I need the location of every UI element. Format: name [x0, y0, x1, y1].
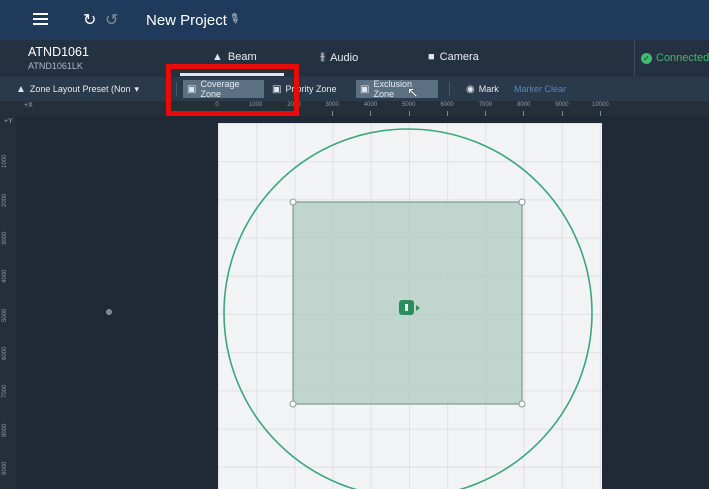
exclusion-zone-button[interactable]: ▣ Exclusion Zone: [356, 79, 438, 99]
target-icon: ◉: [466, 83, 475, 95]
zone-layout-preset-dropdown[interactable]: ▲ Zone Layout Preset (Non ▾: [12, 80, 143, 98]
resize-handle[interactable]: [289, 400, 297, 408]
connection-status: ✓ Connected: [634, 40, 709, 77]
ruler-y-tick-label: 1000: [2, 155, 8, 169]
device-indicator: [405, 304, 408, 311]
device-name: ATND1061: [28, 45, 89, 59]
marker-dot[interactable]: [106, 309, 112, 315]
ruler-y-tick-label: 2000: [2, 193, 8, 207]
ruler-x-tick-label: 7000: [478, 102, 493, 108]
x-axis-label: +X: [24, 102, 33, 109]
project-name: New Project: [146, 12, 227, 29]
mark-label: Mark: [478, 84, 499, 94]
title-bar: ↻ ↺ New Project ✎: [0, 0, 709, 40]
ruler-x-tick-label: 10000: [592, 102, 609, 108]
exclusion-zone-label: Exclusion Zone: [373, 79, 412, 99]
ruler-y-tick-label: 8000: [2, 423, 8, 437]
ruler-y-tick-label: 6000: [2, 346, 8, 360]
redo-icon[interactable]: ↺: [105, 10, 118, 30]
connection-status-label: Connected: [656, 52, 709, 64]
ruler-x: 0 1000 2000 3000 4000 5000 6000 7000 8000 9000 100…: [0, 101, 709, 116]
ruler-x-tick-label: 4000: [363, 102, 378, 108]
undo-icon[interactable]: ↻: [83, 10, 96, 30]
ruler-y-tick-label: 4000: [2, 269, 8, 284]
zone-layout-preset-label: Zone Layout Preset (Non: [29, 84, 131, 94]
device-model: ATND1061LK: [28, 61, 83, 71]
zone-overlay: [223, 128, 593, 489]
ruler-y-tick-label: 3000: [2, 231, 8, 245]
microphone-icon: ▲: [16, 83, 26, 95]
resize-handle[interactable]: [289, 198, 297, 206]
sliders-icon: ⫵: [320, 51, 326, 63]
tab-camera-label: Camera: [439, 51, 479, 63]
microphone-icon: ▲: [212, 51, 223, 63]
resize-handle[interactable]: [518, 198, 526, 206]
highlight-box: [166, 64, 299, 116]
zone-icon: ▣: [360, 83, 370, 95]
zone-toolbar: ▲ Zone Layout Preset (Non ▾ ▣ Coverage Z…: [0, 77, 709, 101]
marker-clear-label: Marker Clear: [514, 84, 567, 94]
ruler-x-tick-label: 3000: [325, 102, 339, 108]
device-bar: ATND1061 ATND1061LK ▲ Beam ⫵ Audio ■ Cam…: [0, 40, 709, 77]
ruler-x-tick-label: 5000: [402, 102, 416, 108]
mouse-cursor-icon: ↖: [407, 84, 419, 100]
tab-beam-label: Beam: [227, 51, 257, 63]
resize-handle[interactable]: [518, 400, 526, 408]
ruler-x-tick-label: 6000: [440, 102, 454, 108]
check-icon: ✓: [641, 53, 652, 64]
y-axis-label: +Y: [4, 118, 13, 125]
tab-audio[interactable]: ⫵ Audio: [320, 51, 358, 64]
divider: [449, 82, 450, 96]
ruler-y-tick-label: 7000: [2, 384, 8, 399]
marker-clear-button[interactable]: Marker Clear: [510, 80, 570, 98]
tab-beam[interactable]: ▲ Beam: [212, 51, 257, 63]
camera-icon: ■: [428, 51, 435, 63]
tab-audio-label: Audio: [330, 51, 359, 64]
hamburger-icon[interactable]: [33, 13, 48, 25]
ruler-y: 1000 2000 3000 4000 5000 6000 7000 8000 9000: [0, 116, 16, 489]
ruler-y-tick-label: 5000: [2, 308, 8, 322]
ruler-x-tick-label: 9000: [555, 102, 569, 108]
chevron-down-icon: ▾: [134, 83, 139, 94]
mark-button[interactable]: ◉ Mark: [462, 80, 503, 98]
edit-name-icon[interactable]: ✎: [225, 9, 244, 28]
ruler-x-tick-label: 8000: [517, 102, 531, 108]
ruler-y-tick-label: 9000: [2, 461, 8, 475]
tab-camera[interactable]: ■ Camera: [428, 51, 479, 63]
